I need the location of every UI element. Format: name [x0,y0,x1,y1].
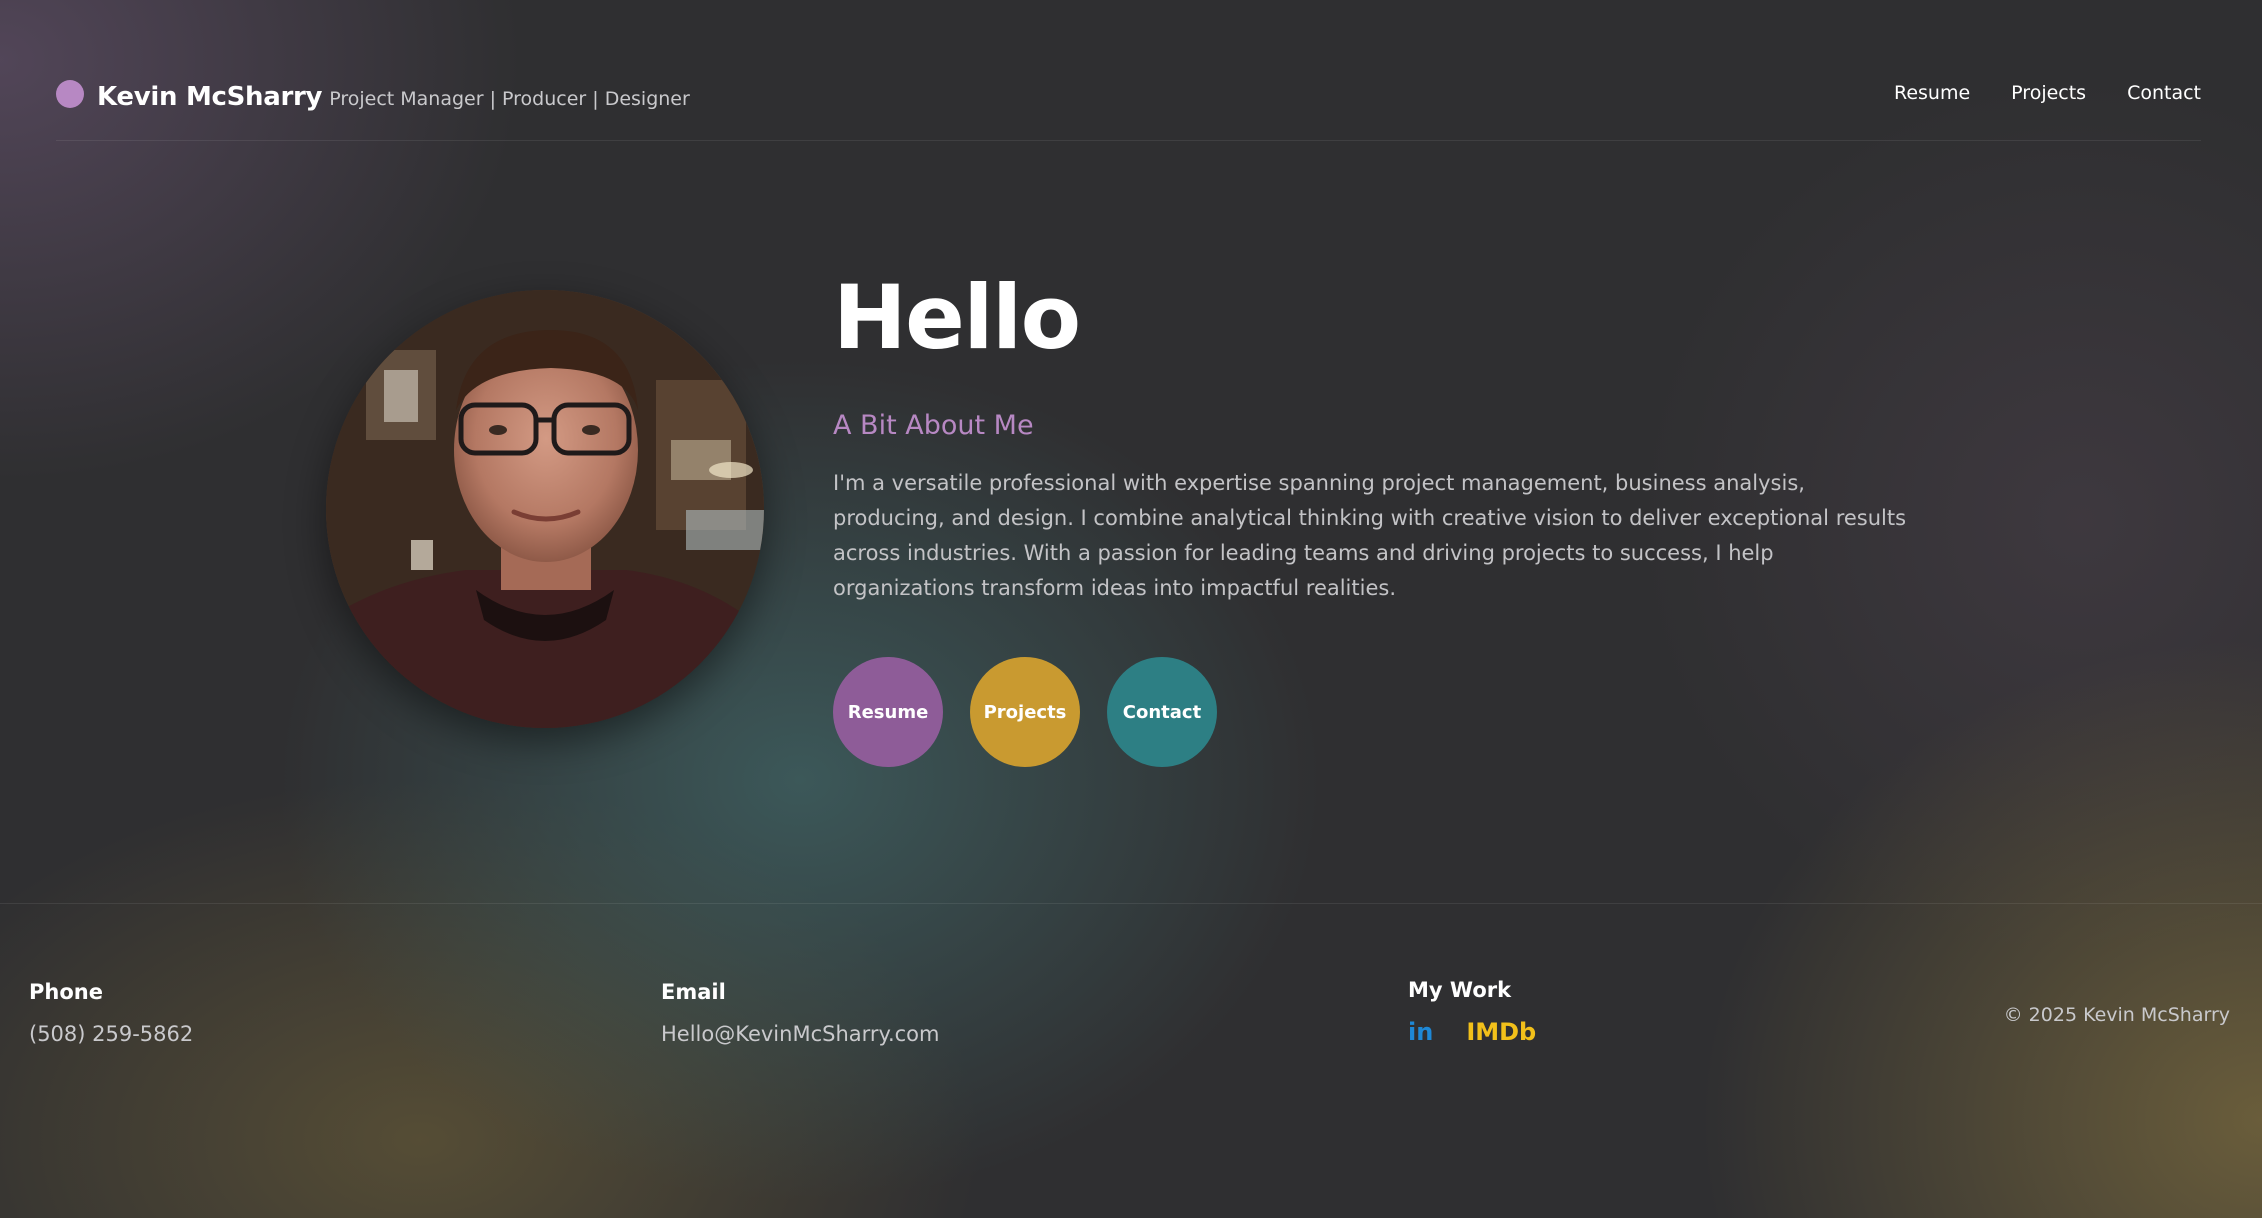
cta-row: Resume Projects Contact [833,657,1217,767]
resume-button[interactable]: Resume [833,657,943,767]
footer-email: Email Hello@KevinMcSharry.com [661,980,939,1046]
contact-button[interactable]: Contact [1107,657,1217,767]
nav-link-contact[interactable]: Contact [2127,82,2201,104]
profile-photo [326,290,764,728]
site-header: Kevin McSharry Project Manager | Produce… [56,72,2201,141]
brand[interactable]: Kevin McSharry Project Manager | Produce… [56,77,690,112]
linkedin-icon[interactable]: in [1408,1018,1433,1046]
nav-link-resume[interactable]: Resume [1894,82,1970,104]
brand-tagline: Project Manager | Producer | Designer [329,88,690,110]
copyright: © 2025 Kevin McSharry [2003,1004,2230,1026]
about-heading: A Bit About Me [833,410,1034,442]
footer-divider [0,903,2262,904]
my-work-heading: My Work [1408,978,1512,1002]
hero-title: Hello [833,266,1081,369]
phone-number[interactable]: (508) 259-5862 [29,1022,193,1046]
about-bio: I'm a versatile professional with expert… [833,471,1907,601]
brand-dot-icon [56,80,84,108]
email-address[interactable]: Hello@KevinMcSharry.com [661,1022,939,1046]
work-links: in IMDb [1408,1018,1536,1046]
brand-name[interactable]: Kevin McSharry [97,82,323,112]
main-nav: Resume Projects Contact [1894,82,2201,104]
hero-section: Hello A Bit About Me I'm a versatile pro… [833,266,1923,606]
phone-heading: Phone [29,980,103,1004]
imdb-icon[interactable]: IMDb [1466,1018,1536,1046]
footer-phone: Phone (508) 259-5862 [29,980,193,1046]
profile-photo-illustration [326,290,764,728]
nav-link-projects[interactable]: Projects [2011,82,2086,104]
footer-my-work: My Work in IMDb [1408,978,1536,1046]
projects-button[interactable]: Projects [970,657,1080,767]
email-heading: Email [661,980,726,1004]
